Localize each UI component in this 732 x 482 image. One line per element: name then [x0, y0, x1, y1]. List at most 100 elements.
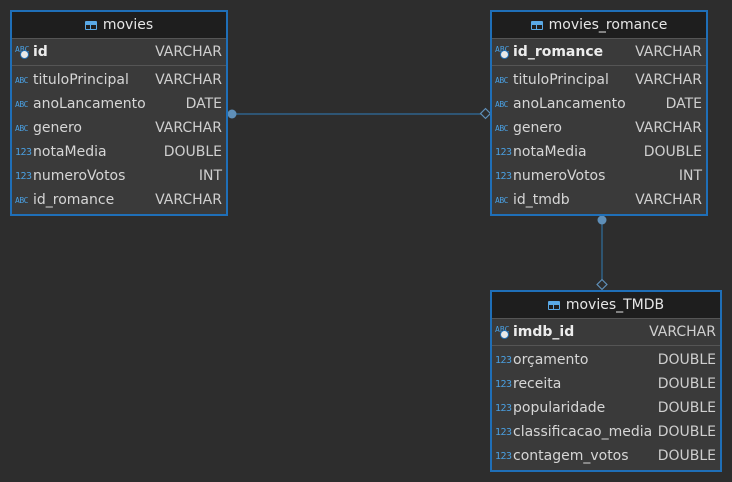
column-type: DATE: [185, 96, 222, 112]
column-type: VARCHAR: [635, 72, 702, 88]
table-title: movies_romance: [548, 17, 668, 33]
column-type: VARCHAR: [649, 324, 716, 340]
text-type-icon: ABC: [15, 99, 28, 109]
table-movies-romance[interactable]: movies_romance ABC id_romance VARCHAR AB…: [490, 10, 708, 216]
column-row[interactable]: ABC anoLancamento DATE: [12, 92, 226, 116]
column-type: DOUBLE: [163, 144, 222, 160]
text-type-icon: ABC: [495, 99, 508, 109]
column-type: DOUBLE: [657, 376, 716, 392]
column-row[interactable]: ABC genero VARCHAR: [12, 116, 226, 140]
number-type-icon: 123: [15, 170, 32, 182]
number-type-icon: 123: [495, 450, 512, 462]
column-row[interactable]: 123 numeroVotos INT: [492, 164, 706, 188]
column-type: DOUBLE: [657, 352, 716, 368]
text-type-icon: ABC: [15, 123, 28, 133]
column-list: 123 orçamento DOUBLE 123 receita DOUBLE …: [492, 346, 720, 468]
column-name: receita: [513, 376, 562, 392]
column-row[interactable]: 123 receita DOUBLE: [492, 372, 720, 396]
column-type: VARCHAR: [635, 192, 702, 208]
column-row[interactable]: ABC tituloPrincipal VARCHAR: [492, 68, 706, 92]
table-title: movies_TMDB: [565, 297, 665, 313]
column-type: DOUBLE: [657, 424, 716, 440]
table-title: movies: [102, 17, 154, 33]
column-name: tituloPrincipal: [33, 72, 129, 88]
column-name: genero: [33, 120, 82, 136]
primary-key-icon: ABC: [15, 45, 33, 59]
column-type: DOUBLE: [657, 400, 716, 416]
column-name: id_romance: [513, 44, 604, 60]
primary-key-row[interactable]: ABC id_romance VARCHAR: [492, 39, 706, 66]
number-type-icon: 123: [15, 146, 32, 158]
number-type-icon: 123: [495, 426, 512, 438]
column-row[interactable]: 123 notaMedia DOUBLE: [492, 140, 706, 164]
column-type: DATE: [665, 96, 702, 112]
number-type-icon: 123: [495, 170, 512, 182]
table-movies-tmdb[interactable]: movies_TMDB ABC imdb_id VARCHAR 123 orça…: [490, 290, 722, 472]
column-list: ABC tituloPrincipal VARCHAR ABC anoLanca…: [12, 66, 226, 212]
column-name: notaMedia: [33, 144, 107, 160]
column-name: anoLancamento: [33, 96, 146, 112]
column-type: VARCHAR: [155, 192, 222, 208]
column-row[interactable]: 123 popularidade DOUBLE: [492, 396, 720, 420]
column-row[interactable]: 123 notaMedia DOUBLE: [12, 140, 226, 164]
er-diagram-canvas[interactable]: movies ABC id VARCHAR ABC tituloPrincipa…: [0, 0, 732, 482]
column-name: numeroVotos: [513, 168, 606, 184]
table-movies[interactable]: movies ABC id VARCHAR ABC tituloPrincipa…: [10, 10, 228, 216]
column-name: numeroVotos: [33, 168, 126, 184]
table-header[interactable]: movies: [12, 12, 226, 39]
number-type-icon: 123: [495, 354, 512, 366]
column-row[interactable]: ABC id_tmdb VARCHAR: [492, 188, 706, 212]
column-type: VARCHAR: [635, 120, 702, 136]
column-type: DOUBLE: [657, 448, 716, 464]
column-row[interactable]: ABC genero VARCHAR: [492, 116, 706, 140]
column-type: VARCHAR: [155, 44, 222, 60]
column-type: INT: [198, 168, 222, 184]
table-icon: [530, 20, 543, 30]
link-romance-start-dot: [597, 215, 607, 225]
column-name: id_tmdb: [513, 192, 570, 208]
column-name: notaMedia: [513, 144, 587, 160]
column-row[interactable]: ABC id_romance VARCHAR: [12, 188, 226, 212]
column-type: INT: [678, 168, 702, 184]
column-type: DOUBLE: [643, 144, 702, 160]
text-type-icon: ABC: [15, 195, 28, 205]
column-type: VARCHAR: [155, 72, 222, 88]
link-tmdb-end-diamond: [596, 278, 608, 291]
table-header[interactable]: movies_TMDB: [492, 292, 720, 319]
text-type-icon: ABC: [15, 75, 28, 85]
column-row[interactable]: 123 classificacao_media DOUBLE: [492, 420, 720, 444]
column-name: id: [33, 44, 48, 60]
number-type-icon: 123: [495, 402, 512, 414]
text-type-icon: ABC: [495, 123, 508, 133]
text-type-icon: ABC: [495, 195, 508, 205]
link-romance-end-diamond: [479, 107, 492, 120]
column-name: popularidade: [513, 400, 606, 416]
column-name: id_romance: [33, 192, 115, 208]
number-type-icon: 123: [495, 146, 512, 158]
table-header[interactable]: movies_romance: [492, 12, 706, 39]
column-name: classificacao_media: [513, 424, 653, 440]
link-movies-end-dot: [227, 109, 237, 119]
column-name: genero: [513, 120, 562, 136]
column-type: VARCHAR: [155, 120, 222, 136]
primary-key-icon: ABC: [495, 325, 513, 339]
column-name: imdb_id: [513, 324, 575, 340]
column-row[interactable]: 123 orçamento DOUBLE: [492, 348, 720, 372]
column-row[interactable]: 123 contagem_votos DOUBLE: [492, 444, 720, 468]
column-name: tituloPrincipal: [513, 72, 609, 88]
primary-key-row[interactable]: ABC id VARCHAR: [12, 39, 226, 66]
primary-key-row[interactable]: ABC imdb_id VARCHAR: [492, 319, 720, 346]
table-icon: [84, 20, 97, 30]
table-icon: [547, 300, 560, 310]
column-name: anoLancamento: [513, 96, 626, 112]
column-row[interactable]: ABC anoLancamento DATE: [492, 92, 706, 116]
column-type: VARCHAR: [635, 44, 702, 60]
column-name: orçamento: [513, 352, 589, 368]
column-name: contagem_votos: [513, 448, 629, 464]
primary-key-icon: ABC: [495, 45, 513, 59]
number-type-icon: 123: [495, 378, 512, 390]
column-row[interactable]: 123 numeroVotos INT: [12, 164, 226, 188]
text-type-icon: ABC: [495, 75, 508, 85]
column-list: ABC tituloPrincipal VARCHAR ABC anoLanca…: [492, 66, 706, 212]
column-row[interactable]: ABC tituloPrincipal VARCHAR: [12, 68, 226, 92]
